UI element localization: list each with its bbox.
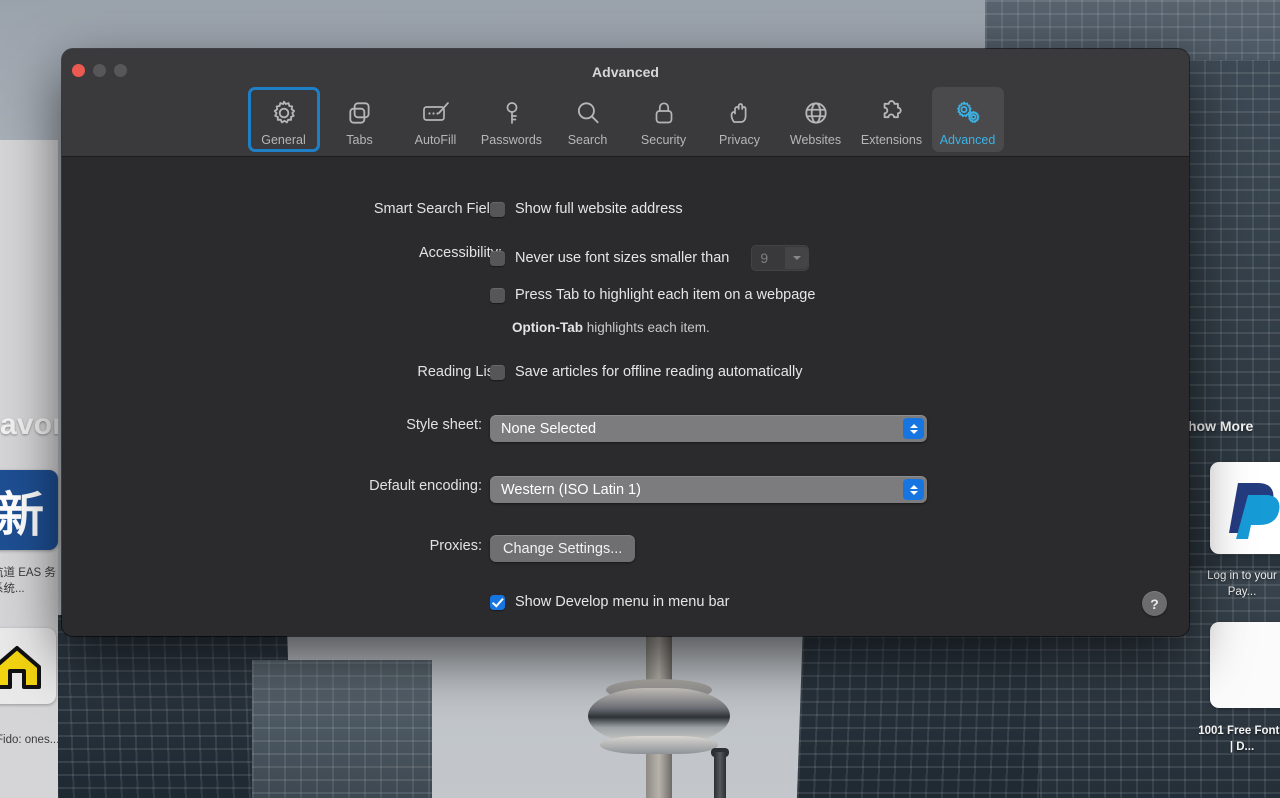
- window-titlebar: Advanced General Tabs AutoFill Passwords…: [62, 49, 1189, 157]
- smart-search-field-label-cell: Smart Search Field:: [62, 201, 502, 217]
- toolbar-tab-websites[interactable]: Websites: [780, 87, 852, 152]
- toolbar-tab-autofill-label: AutoFill: [414, 133, 457, 147]
- toolbar-tab-tabs[interactable]: Tabs: [324, 87, 396, 152]
- chevron-up-down-icon[interactable]: [903, 418, 924, 439]
- option-tab-hint-prefix: Option-Tab: [512, 320, 583, 335]
- safari-favorites-left-edge: avori 新 航道 EAS 务系统... Fido: ones...: [0, 140, 59, 798]
- toolbar-tab-advanced[interactable]: Advanced: [931, 87, 1004, 152]
- chevron-up-down-icon[interactable]: [903, 479, 924, 500]
- reading-list-row: Save articles for offline reading automa…: [490, 364, 802, 380]
- help-button[interactable]: ?: [1142, 591, 1167, 616]
- toolbar-tab-general-label: General: [261, 133, 306, 147]
- favorites-tile-cn[interactable]: 新: [0, 470, 58, 550]
- preferences-toolbar: General Tabs AutoFill Passwords Search S…: [62, 87, 1189, 152]
- tabs-icon: [346, 93, 374, 127]
- minimum-font-size-combobox[interactable]: 9: [751, 245, 810, 271]
- show-develop-menu-checkbox[interactable]: [490, 594, 505, 610]
- toolbar-tab-privacy[interactable]: Privacy: [704, 87, 776, 152]
- show-more-link[interactable]: how More: [1188, 418, 1280, 434]
- accessibility-label-cell: Accessibility:: [62, 245, 502, 261]
- never-use-font-sizes-smaller-than-checkbox[interactable]: [490, 250, 505, 266]
- safari-preferences-window: Advanced General Tabs AutoFill Passwords…: [62, 49, 1189, 636]
- toolbar-tab-search[interactable]: Search: [552, 87, 624, 152]
- toolbar-tab-tabs-label: Tabs: [346, 133, 373, 147]
- gears-icon: [953, 93, 983, 127]
- default-encoding-value: Western (ISO Latin 1): [501, 481, 641, 498]
- style-sheet-row: None Selected: [490, 415, 927, 442]
- magnifier-icon: [574, 93, 602, 127]
- proxies-row: Change Settings...: [490, 535, 636, 562]
- favorites-tile-home[interactable]: [0, 628, 56, 704]
- style-sheet-popup-button[interactable]: None Selected: [490, 415, 927, 442]
- chevron-down-icon[interactable]: [785, 247, 809, 269]
- toolbar-tab-privacy-label: Privacy: [719, 133, 760, 147]
- toolbar-tab-security[interactable]: Security: [628, 87, 700, 152]
- default-encoding-label: Default encoding:: [369, 478, 482, 494]
- toolbar-tab-advanced-label: Advanced: [939, 133, 996, 147]
- option-tab-hint-rest: highlights each item.: [582, 320, 710, 335]
- style-sheet-label: Style sheet:: [406, 417, 482, 433]
- style-sheet-value: None Selected: [501, 420, 597, 437]
- smart-search-field-row: Show full website address: [490, 201, 683, 217]
- toolbar-tab-extensions-label: Extensions: [860, 133, 923, 147]
- option-tab-hint: Option-Tab highlights each item.: [512, 320, 710, 335]
- save-articles-offline-label[interactable]: Save articles for offline reading automa…: [515, 364, 802, 380]
- never-use-font-sizes-smaller-than-label[interactable]: Never use font sizes smaller than: [515, 250, 729, 266]
- change-settings-button[interactable]: Change Settings...: [490, 535, 636, 562]
- press-tab-highlight-row: Press Tab to highlight each item on a we…: [490, 287, 815, 303]
- toolbar-tab-security-label: Security: [640, 133, 687, 147]
- advanced-settings-pane: Smart Search Field: Show full website ad…: [62, 157, 1189, 636]
- home-icon: [0, 646, 41, 689]
- press-tab-to-highlight-checkbox[interactable]: [490, 287, 505, 303]
- press-tab-to-highlight-label[interactable]: Press Tab to highlight each item on a we…: [515, 287, 815, 303]
- toolbar-tab-general[interactable]: General: [248, 87, 320, 152]
- default-encoding-row: Western (ISO Latin 1): [490, 476, 927, 503]
- globe-icon: [802, 93, 830, 127]
- save-articles-offline-checkbox[interactable]: [490, 364, 505, 380]
- autofill-icon: [421, 93, 451, 127]
- toolbar-tab-passwords[interactable]: Passwords: [476, 87, 548, 152]
- favorites-tile-paypal[interactable]: [1210, 462, 1280, 554]
- key-icon: [499, 93, 525, 127]
- lock-icon: [651, 93, 677, 127]
- favorites-tile-cn-caption: 航道 EAS 务系统...: [0, 567, 56, 595]
- window-title: Advanced: [592, 64, 659, 80]
- develop-menu-row: Show Develop menu in menu bar: [490, 594, 729, 610]
- favorites-tile-paypal-caption: Log in to your Pay...: [1207, 570, 1277, 598]
- smart-search-field-label: Smart Search Field:: [373, 201, 502, 217]
- show-develop-menu-label[interactable]: Show Develop menu in menu bar: [515, 594, 729, 610]
- minimum-font-size-value: 9: [760, 250, 769, 266]
- favorites-tile-fonts[interactable]: [1210, 622, 1280, 708]
- building-left-2: [252, 660, 432, 798]
- hand-icon: [727, 93, 753, 127]
- toolbar-tab-extensions[interactable]: Extensions: [856, 87, 928, 152]
- default-encoding-popup-button[interactable]: Western (ISO Latin 1): [490, 476, 927, 503]
- safari-favorites-right-edge: how More Log in to your Pay... 1001 Free…: [1188, 140, 1280, 798]
- toolbar-tab-passwords-label: Passwords: [480, 133, 543, 147]
- toolbar-tab-autofill[interactable]: AutoFill: [400, 87, 472, 152]
- toolbar-tab-search-label: Search: [567, 133, 608, 147]
- cn-tower-base-ring: [600, 736, 718, 754]
- toolbar-tab-websites-label: Websites: [789, 133, 842, 147]
- reading-list-label-cell: Reading List:: [62, 364, 502, 380]
- minimum-font-size-row: Never use font sizes smaller than 9: [490, 245, 810, 271]
- gear-icon: [270, 93, 298, 127]
- show-full-website-address-label[interactable]: Show full website address: [515, 201, 683, 217]
- show-full-website-address-checkbox[interactable]: [490, 201, 505, 217]
- favorites-tile-fonts-caption: 1001 Free Fonts | D...: [1198, 725, 1280, 753]
- favorites-tile-home-caption: Fido: ones...: [0, 734, 60, 746]
- paypal-icon: [1229, 483, 1280, 539]
- favorites-heading: avori: [0, 408, 58, 441]
- chimney: [714, 752, 726, 798]
- default-encoding-label-cell: Default encoding:: [62, 478, 482, 494]
- puzzle-icon: [878, 93, 906, 127]
- proxies-label: Proxies:: [429, 538, 482, 554]
- proxies-label-cell: Proxies:: [62, 538, 482, 554]
- style-sheet-label-cell: Style sheet:: [62, 417, 482, 433]
